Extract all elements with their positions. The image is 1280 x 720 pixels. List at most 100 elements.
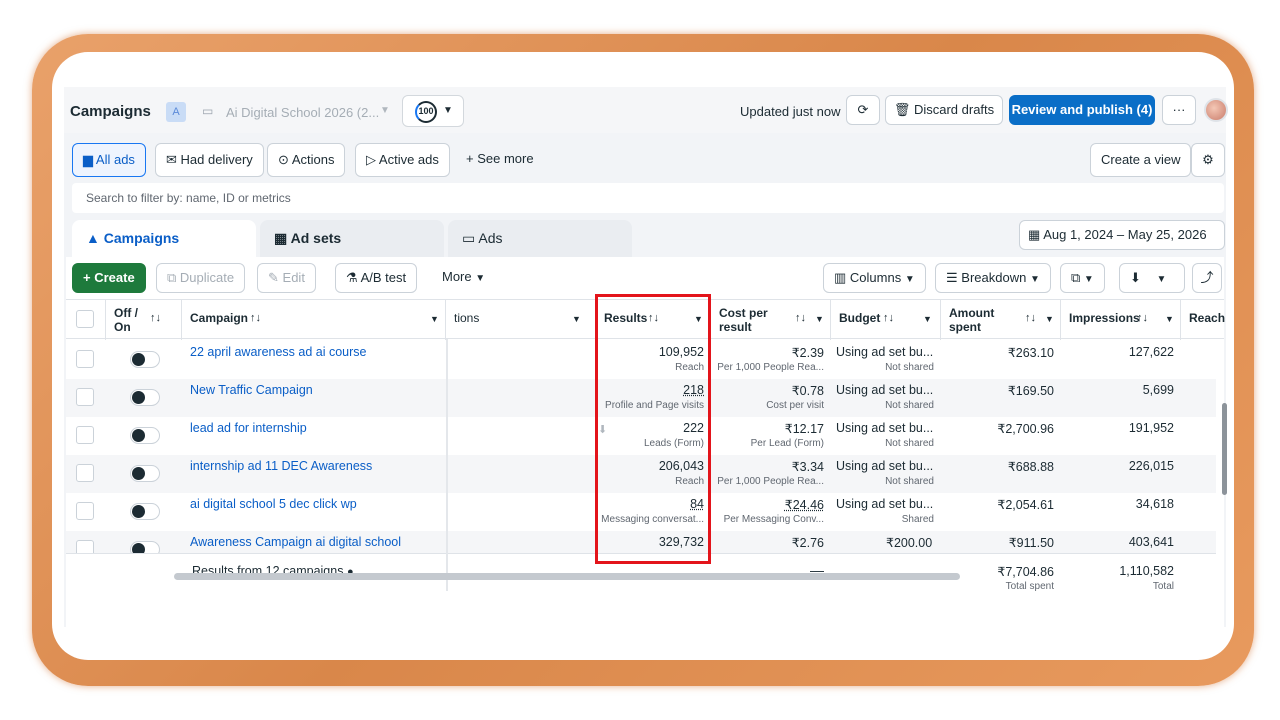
row-checkbox[interactable] [76,426,94,444]
account-badge[interactable]: A [166,102,186,122]
campaign-name-link[interactable]: New Traffic Campaign [190,383,313,397]
search-input[interactable]: Search to filter by: name, ID or metrics [72,183,1224,213]
sort-icon[interactable]: ↑↓ [883,312,894,324]
more-button[interactable]: More ▼ [432,263,496,293]
campaign-toggle[interactable] [130,427,160,444]
off-on-header[interactable]: Off / On ↑↓ [106,300,182,340]
actions-header-label: tions [454,311,480,325]
sort-icon[interactable]: ↑↓ [250,312,261,324]
campaign-toggle[interactable] [130,465,160,482]
review-publish-button[interactable]: Review and publish (4) [1009,95,1155,125]
impressions-value: 34,618 [1135,497,1174,511]
opportunity-score-button[interactable]: 100 ▼ [402,95,464,127]
see-more-label: See more [477,151,534,166]
campaign-toggle[interactable] [130,503,160,520]
duplicate-label: Duplicate [179,270,235,285]
toggle-knob [132,391,145,404]
chevron-down-icon[interactable]: ▼ [815,314,824,324]
campaign-name-link[interactable]: internship ad 11 DEC Awareness [190,459,372,473]
impressions-header[interactable]: Impressions ↑↓ ▼ [1061,300,1181,340]
campaign-name-link[interactable]: 22 april awareness ad ai course [190,345,367,359]
actions-filter[interactable]: ⊙ Actions [267,143,346,177]
sort-icon[interactable]: ↑↓ [150,312,161,324]
tab-campaigns[interactable]: ▲ Campaigns [72,220,256,260]
toggle-knob [132,353,145,366]
select-all-checkbox[interactable] [76,310,94,328]
chevron-down-icon[interactable]: ▼ [1045,314,1054,324]
create-view-button[interactable]: Create a view [1090,143,1192,177]
actions-header[interactable]: tions ▼ [446,300,596,340]
active-ads-filter[interactable]: ▷ Active ads [355,143,450,177]
sort-icon[interactable]: ↑↓ [1137,312,1148,324]
charts-button[interactable]: ⤴ [1192,263,1222,293]
discard-drafts-button[interactable]: 🗑 Discard drafts [885,95,1003,125]
avatar[interactable] [1204,98,1228,122]
campaign-toggle[interactable] [130,389,160,406]
chevron-down-icon: ▼ [1029,274,1040,285]
row-checkbox[interactable] [76,464,94,482]
duplicate-button[interactable]: ⧉ Duplicate [156,263,246,293]
row-checkbox[interactable] [76,350,94,368]
impressions-value: 226,015 [1128,459,1174,473]
filter-settings-button[interactable]: ⚙ [1191,143,1225,177]
budget-value: ₹200.00 [886,536,933,550]
campaign-toggle[interactable] [130,351,160,368]
campaign-name-link[interactable]: Awareness Campaign ai digital school [190,535,401,549]
sort-icon[interactable]: ↑↓ [795,312,806,324]
campaign-name-link[interactable]: ai digital school 5 dec click wp [190,497,357,511]
chevron-down-icon[interactable]: ▼ [923,314,932,324]
more-options-button[interactable]: ··· [1162,95,1196,125]
impressions-value: 403,641 [1128,535,1174,549]
grid-icon: ▦ [274,230,288,246]
refresh-button[interactable]: ⟳ [846,95,880,125]
reports-button[interactable]: ⧉ ▼ [1060,263,1105,293]
see-more-button[interactable]: + See more [466,151,534,166]
vertical-scrollbar[interactable] [1222,403,1227,495]
campaign-toggle[interactable] [130,541,160,553]
amount-spent-header[interactable]: Amount spent ↑↓ ▼ [941,300,1061,340]
columns-button[interactable]: ▥ Columns ▼ [823,263,926,293]
export-button[interactable]: ⬇ ▼ [1119,263,1185,293]
sort-icon[interactable]: ↑↓ [1025,312,1036,324]
create-button[interactable]: + Create [72,263,146,293]
edit-button[interactable]: ✎ Edit [257,263,316,293]
chevron-down-icon[interactable]: ▼ [1165,314,1174,324]
had-delivery-filter[interactable]: ✉ Had delivery [155,143,264,177]
row-checkbox[interactable] [76,388,94,406]
budget-type: Not shared [885,476,934,487]
actions-icon: ⊙ [278,152,289,167]
cost-value[interactable]: ₹24.46 [785,497,824,512]
tab-ads[interactable]: ▭ Ads [448,220,632,260]
all-ads-filter[interactable]: ▆ All ads [72,143,146,177]
discard-drafts-label: Discard drafts [913,102,995,117]
budget-value: Using ad set bu... [836,421,934,435]
breakdown-button[interactable]: ☰ Breakdown ▼ [935,263,1051,293]
off-on-label: Off / On [114,306,138,334]
chevron-down-icon[interactable]: ▼ [572,314,581,324]
budget-header[interactable]: Budget ↑↓ ▼ [831,300,941,340]
account-switch-icon: ▭ [202,104,214,118]
row-checkbox[interactable] [76,540,94,553]
ab-test-button[interactable]: ⚗ A/B test [335,263,418,293]
row-checkbox[interactable] [76,502,94,520]
flask-icon: ⚗ [346,270,358,285]
tab-ad-sets[interactable]: ▦ Ad sets [260,220,444,260]
impressions-value: 5,699 [1142,383,1174,397]
edit-label: Edit [282,270,305,285]
budget-type: Not shared [885,438,934,449]
breakdown-icon: ☰ [946,270,958,285]
account-name[interactable]: Ai Digital School 2026 (2... [226,105,379,120]
chevron-down-icon[interactable]: ▼ [380,105,390,116]
horizontal-scrollbar[interactable] [174,573,960,580]
date-range-picker[interactable]: ▦ Aug 1, 2024 – May 25, 2026 ▼ [1019,220,1225,270]
duplicate-icon: ⧉ [167,270,177,285]
download-icon: ⬇ [1130,270,1141,285]
total-spent-value: ₹7,704.86 [997,565,1054,579]
campaign-name-link[interactable]: lead ad for internship [190,421,307,435]
cost-type: Per 1,000 People Rea... [717,362,824,373]
reach-header[interactable]: Reach [1181,300,1225,340]
toggle-knob [132,467,145,480]
campaign-header[interactable]: Campaign ↑↓ ▼ [182,300,446,340]
chevron-down-icon[interactable]: ▼ [430,314,439,324]
cost-per-result-header[interactable]: Cost per result ↑↓ ▼ [711,300,831,340]
